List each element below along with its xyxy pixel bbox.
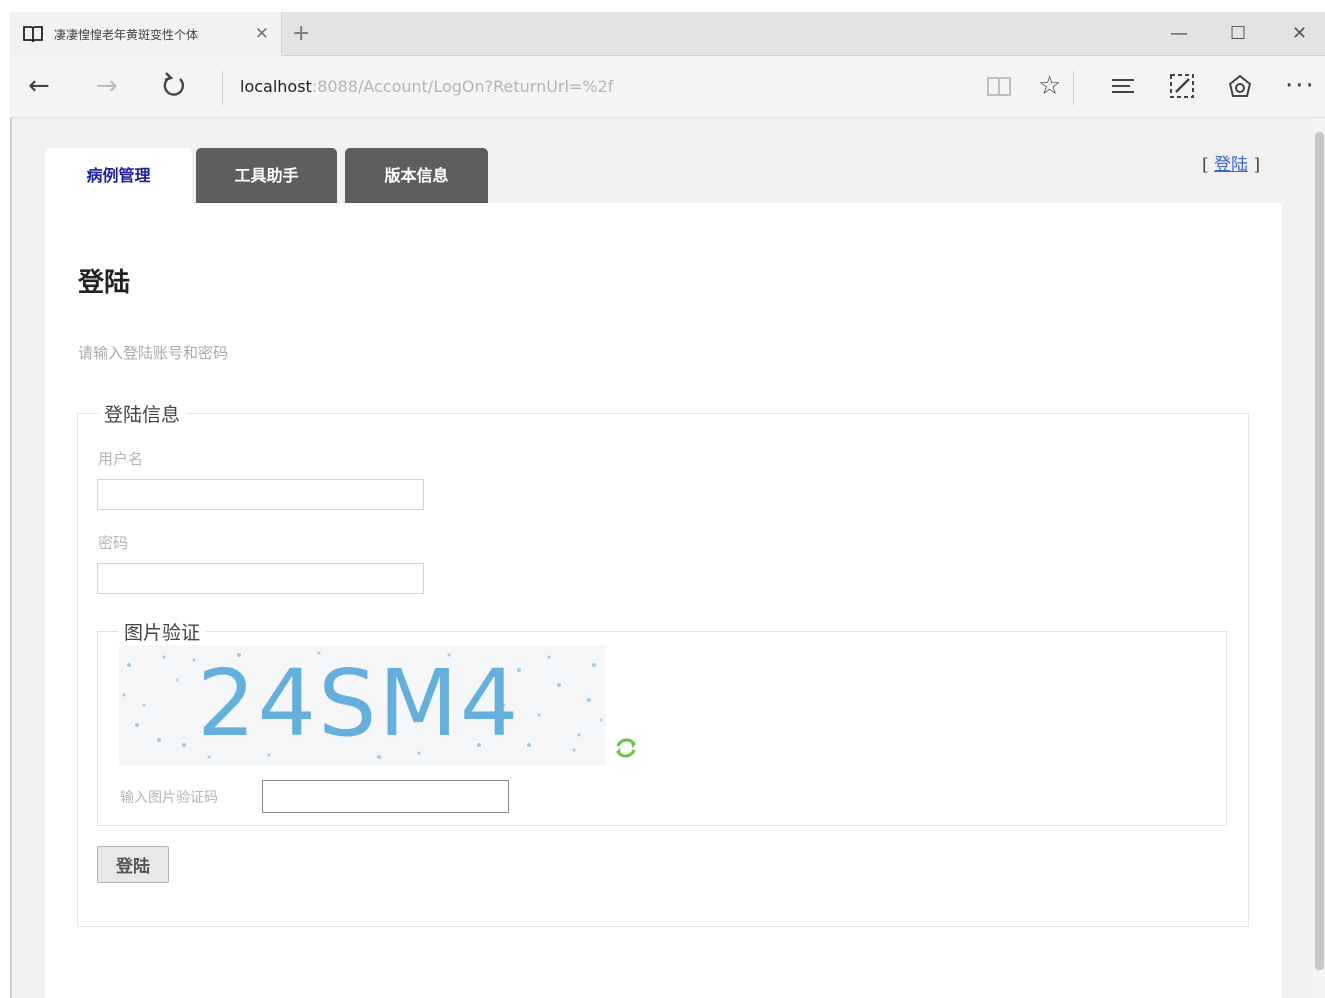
window-left-edge [10, 118, 12, 998]
tab-close-icon[interactable]: ✕ [255, 24, 269, 44]
address-separator [222, 71, 223, 105]
address-path: :8088/Account/LogOn?ReturnUrl=%2f [311, 77, 614, 96]
back-icon[interactable]: ← [28, 70, 50, 102]
toolbar-separator [1073, 71, 1074, 105]
bracket-left: [ [1202, 155, 1209, 175]
close-window-icon[interactable]: ✕ [1292, 22, 1307, 46]
page-description: 请输入登陆账号和密码 [78, 344, 229, 362]
browser-tabstrip: 凄凄惶惶老年黄斑变性个体 ✕ + — ☐ ✕ [10, 12, 1325, 56]
captcha-refresh-icon[interactable] [610, 732, 642, 764]
address-bar[interactable]: localhost:8088/Account/LogOn?ReturnUrl=%… [240, 76, 613, 98]
login-link[interactable]: 登陆 [1214, 155, 1248, 175]
captcha-input-label: 输入图片验证码 [120, 790, 218, 806]
minimize-icon[interactable]: — [1170, 22, 1188, 46]
browser-tab[interactable]: 凄凄惶惶老年黄斑变性个体 ✕ [10, 12, 282, 56]
captcha-legend: 图片验证 [124, 622, 201, 644]
tab-version-info[interactable]: 版本信息 [345, 148, 488, 203]
password-input[interactable] [97, 563, 424, 594]
browser-navbar: ← → localhost:8088/Account/LogOn?ReturnU… [10, 56, 1325, 118]
tab-title: 凄凄惶惶老年黄斑变性个体 [54, 27, 199, 42]
favorite-star-icon[interactable]: ☆ [1038, 70, 1061, 102]
new-tab-button[interactable]: + [292, 22, 310, 46]
password-label: 密码 [98, 534, 129, 552]
forward-icon[interactable]: → [96, 70, 118, 102]
captcha-image: 24SM4 [119, 645, 606, 765]
tab-case-management[interactable]: 病例管理 [45, 148, 192, 203]
username-input[interactable] [97, 479, 424, 510]
reading-view-icon[interactable] [985, 70, 1013, 110]
tab-tool-assistant[interactable]: 工具助手 [196, 148, 337, 203]
login-info-legend: 登陆信息 [104, 404, 181, 426]
book-icon [22, 24, 44, 44]
page-title: 登陆 [78, 268, 131, 298]
more-icon[interactable]: ··· [1285, 70, 1316, 102]
captcha-input[interactable] [262, 780, 509, 813]
scrollbar-thumb[interactable] [1315, 132, 1324, 970]
username-label: 用户名 [98, 450, 144, 468]
refresh-icon[interactable] [160, 70, 188, 110]
bracket-right: ] [1253, 155, 1261, 175]
login-link-container: [ 登陆 ] [1202, 150, 1260, 175]
address-host: localhost [240, 77, 312, 96]
maximize-icon[interactable]: ☐ [1230, 22, 1246, 46]
login-submit-button[interactable]: 登陆 [97, 846, 169, 883]
captcha-code: 24SM4 [197, 650, 521, 757]
web-note-icon[interactable] [1167, 70, 1197, 110]
share-icon[interactable] [1225, 70, 1255, 110]
hub-icon[interactable] [1108, 70, 1138, 110]
